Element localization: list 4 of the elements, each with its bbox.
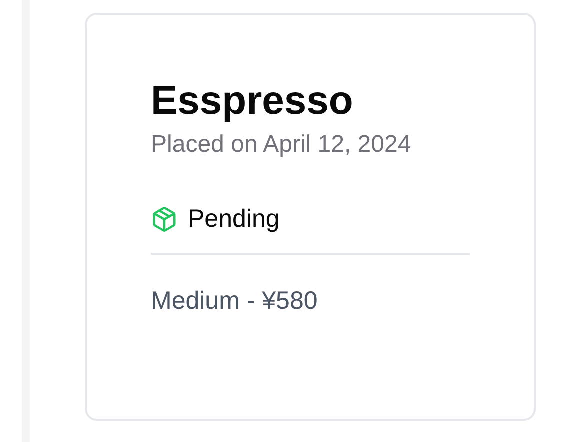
order-status: Pending xyxy=(188,204,280,235)
order-detail: Medium - ¥580 xyxy=(151,286,319,317)
order-title: Esspresso xyxy=(151,78,354,125)
order-date: Placed on April 12, 2024 xyxy=(151,130,412,160)
